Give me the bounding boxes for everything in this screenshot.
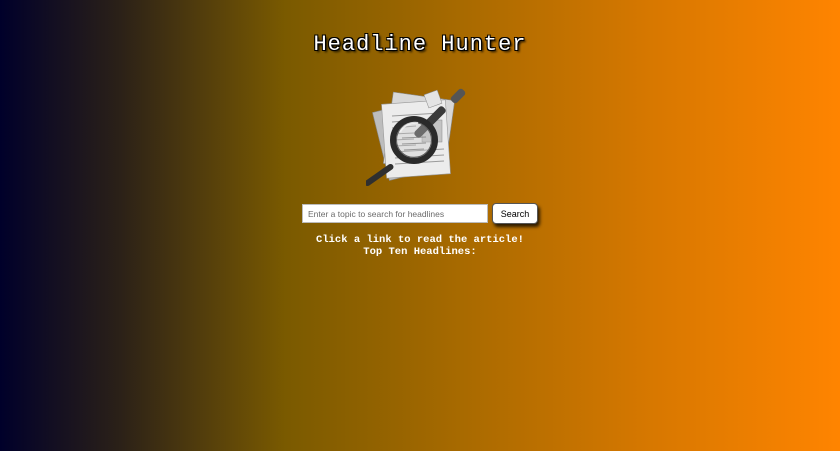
search-bar: Search bbox=[302, 203, 542, 225]
newspaper-magnifier-icon bbox=[364, 82, 476, 192]
page-title: Headline Hunter bbox=[313, 32, 527, 57]
search-input[interactable] bbox=[302, 204, 488, 223]
search-button[interactable]: Search bbox=[492, 203, 538, 224]
headlines-heading: Top Ten Headlines: bbox=[363, 246, 477, 258]
instructions-text: Click a link to read the article! bbox=[316, 234, 524, 246]
